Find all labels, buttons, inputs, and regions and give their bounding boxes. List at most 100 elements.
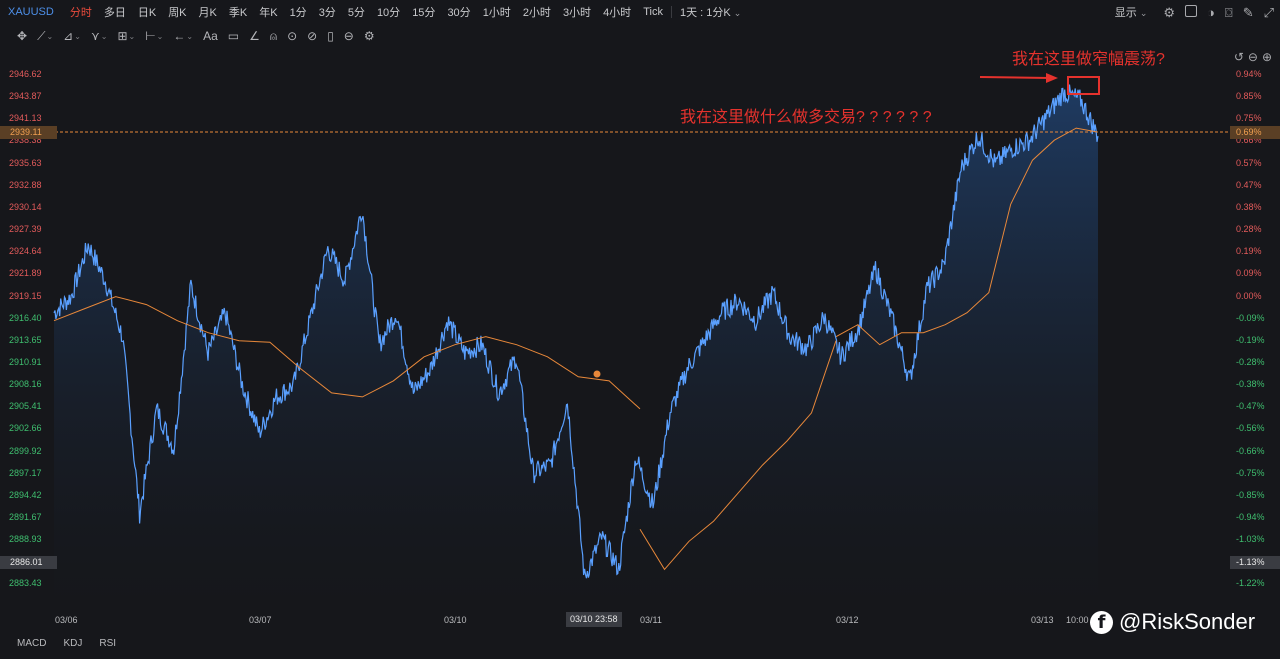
indicator-tabs: MACD KDJ RSI bbox=[17, 638, 116, 649]
trash-icon[interactable]: ▯ bbox=[324, 29, 337, 43]
crosshair-icon[interactable]: ✥ bbox=[14, 29, 30, 43]
percent-tick-label: -0.94% bbox=[1236, 512, 1265, 522]
average-marker bbox=[593, 370, 601, 378]
hide-icon[interactable]: ⊘ bbox=[304, 29, 320, 43]
top-right-controls: 显示 ⌄ ⚙ ◑ ⌼ ✎ ⤢ bbox=[1109, 0, 1274, 24]
price-tick-label: 2913.65 bbox=[9, 334, 42, 345]
magnet-icon[interactable]: ⍝ bbox=[267, 29, 280, 44]
lock-icon[interactable]: ⊙ bbox=[284, 29, 300, 43]
tab-timeframe-4[interactable]: 月K bbox=[193, 4, 223, 20]
reset-icon[interactable]: ↺ bbox=[1234, 50, 1244, 64]
drawing-toolbar: ✥ ⟋ ⌄ ⊿ ⌄ ⋎ ⌄ ⊞ ⌄ ⊢ ⌄ ← ⌄ Aa ▭ ∠ ⍝ ⊙ ⊘ ▯ ⊖ ⚙ bbox=[14, 26, 378, 46]
tab-timeframe-8[interactable]: 3分 bbox=[313, 4, 342, 20]
price-tick-label: 2894.42 bbox=[9, 489, 42, 500]
percent-tick-label: -1.03% bbox=[1236, 534, 1265, 545]
date-label: 03/07 bbox=[249, 615, 272, 625]
percent-tick-label: -0.85% bbox=[1236, 489, 1265, 500]
price-tick-label: 2921.89 bbox=[9, 268, 42, 279]
tab-timeframe-5[interactable]: 季K bbox=[223, 4, 253, 20]
date-label: 03/10 bbox=[444, 615, 467, 625]
price-tick-label: 2902.66 bbox=[9, 423, 42, 434]
price-tick-label: 2910.91 bbox=[9, 356, 42, 367]
arrow-icon[interactable]: ← ⌄ bbox=[170, 29, 196, 43]
line-icon[interactable]: ⟋ ⌄ bbox=[34, 29, 56, 44]
tab-timeframe-10[interactable]: 10分 bbox=[371, 4, 406, 20]
theme-icon[interactable]: ◑ bbox=[1207, 6, 1215, 19]
price-tick-label: 2941.13 bbox=[9, 113, 42, 124]
tab-kdj[interactable]: KDJ bbox=[63, 638, 82, 649]
brush-icon[interactable]: ∠ bbox=[246, 29, 263, 43]
gear-icon[interactable]: ⚙ bbox=[361, 29, 378, 43]
percent-tick-label: 0.57% bbox=[1236, 157, 1262, 168]
tab-rsi[interactable]: RSI bbox=[99, 638, 116, 649]
symbol-label[interactable]: XAUUSD bbox=[8, 6, 54, 18]
price-tick-label: 2916.40 bbox=[9, 312, 42, 323]
percent-tick-label: -0.47% bbox=[1236, 401, 1265, 412]
link-icon[interactable]: ⊖ bbox=[341, 29, 357, 43]
channel-icon[interactable]: ⊿ ⌄ bbox=[60, 29, 84, 43]
hover-pct-box: -1.13% bbox=[1230, 556, 1280, 569]
price-tick-label: 2891.67 bbox=[9, 512, 42, 522]
tab-timeframe-12[interactable]: 30分 bbox=[441, 4, 476, 20]
fullscreen-icon[interactable]: ⤢ bbox=[1264, 6, 1274, 19]
fib-icon[interactable]: ⊞ ⌄ bbox=[114, 29, 138, 43]
measure-icon[interactable]: ⊢ ⌄ bbox=[142, 29, 166, 43]
price-tick-label: 2930.14 bbox=[9, 201, 42, 212]
percent-tick-label: -0.66% bbox=[1236, 445, 1265, 456]
range-select[interactable]: 1天 : 1分K ⌄ bbox=[674, 4, 747, 20]
current-pct-box: 0.69% bbox=[1230, 126, 1280, 139]
percent-tick-label: 0.75% bbox=[1236, 113, 1262, 124]
percent-tick-label: 0.09% bbox=[1236, 268, 1262, 279]
price-tick-label: 2924.64 bbox=[9, 246, 42, 257]
price-chart[interactable] bbox=[0, 0, 1280, 659]
display-dropdown[interactable]: 显示 ⌄ bbox=[1109, 4, 1154, 20]
tab-timeframe-13[interactable]: 1小时 bbox=[477, 4, 517, 20]
tab-timeframe-0[interactable]: 分时 bbox=[64, 4, 98, 20]
checkbox-icon[interactable] bbox=[1185, 5, 1198, 19]
text-icon[interactable]: Aa bbox=[200, 29, 221, 43]
tab-timeframe-11[interactable]: 15分 bbox=[406, 4, 441, 20]
camera-icon[interactable]: ⌼ bbox=[1225, 6, 1233, 19]
chevron-down-icon: ⌄ bbox=[1139, 8, 1148, 18]
zoom-out-icon[interactable]: ⊖ bbox=[1248, 50, 1258, 64]
tab-timeframe-6[interactable]: 年K bbox=[253, 4, 283, 20]
pen-icon[interactable]: ✎ bbox=[1243, 6, 1254, 19]
date-label: 03/06 bbox=[55, 615, 78, 625]
tab-timeframe-3[interactable]: 周K bbox=[162, 4, 192, 20]
percent-tick-label: -0.19% bbox=[1236, 334, 1265, 345]
price-tick-label: 2927.39 bbox=[9, 224, 42, 235]
tab-timeframe-7[interactable]: 1分 bbox=[284, 4, 313, 20]
pattern-icon[interactable]: ⋎ ⌄ bbox=[88, 29, 111, 43]
annotation-arrow bbox=[979, 73, 1058, 83]
chevron-down-icon: ⌄ bbox=[733, 8, 742, 18]
note-icon[interactable]: ▭ bbox=[225, 29, 242, 43]
zoom-in-icon[interactable]: ⊕ bbox=[1262, 50, 1272, 64]
tab-timeframe-14[interactable]: 2小时 bbox=[517, 4, 557, 20]
date-label: 03/13 bbox=[1031, 615, 1054, 625]
price-tick-label: 2943.87 bbox=[9, 91, 42, 102]
price-tick-label: 2908.16 bbox=[9, 379, 42, 390]
price-tick-label: 2932.88 bbox=[9, 179, 42, 190]
hover-time-box: 03/10 23:58 bbox=[566, 612, 622, 627]
annotation-top: 我在这里做窄幅震荡? bbox=[1012, 51, 1165, 68]
annotation-middle: 我在这里做什么做多交易? ? ? ? ? ? bbox=[680, 109, 932, 126]
percent-tick-label: -1.22% bbox=[1236, 578, 1265, 589]
tab-timeframe-15[interactable]: 3小时 bbox=[557, 4, 597, 20]
percent-tick-label: 0.28% bbox=[1236, 224, 1262, 235]
facebook-logo-icon: f bbox=[1090, 610, 1113, 634]
zoom-controls: ↺ ⊖ ⊕ bbox=[1234, 50, 1272, 64]
date-label: 03/12 bbox=[836, 615, 859, 625]
settings-icon[interactable]: ⚙ bbox=[1163, 6, 1175, 19]
percent-tick-label: 0.85% bbox=[1236, 91, 1262, 102]
tab-timeframe-17[interactable]: Tick bbox=[637, 6, 669, 18]
percent-tick-label: -0.56% bbox=[1236, 423, 1265, 434]
tab-timeframe-9[interactable]: 5分 bbox=[342, 4, 371, 20]
watermark: f @RiskSonder bbox=[1090, 609, 1255, 635]
tab-timeframe-16[interactable]: 4小时 bbox=[597, 4, 637, 20]
toolbar-divider bbox=[670, 6, 672, 18]
tab-timeframe-1[interactable]: 多日 bbox=[98, 4, 132, 20]
price-tick-label: 2935.63 bbox=[9, 157, 42, 168]
tab-timeframe-2[interactable]: 日K bbox=[132, 4, 162, 20]
tab-macd[interactable]: MACD bbox=[17, 638, 46, 649]
hover-price-box: 2886.01 bbox=[0, 556, 57, 569]
